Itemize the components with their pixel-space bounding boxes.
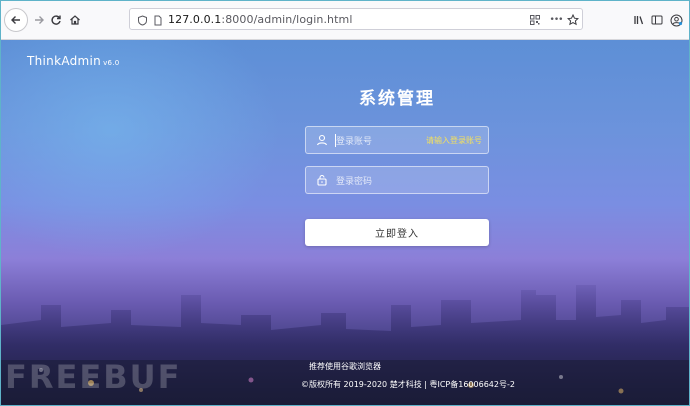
sidebar-button[interactable] [647, 10, 667, 30]
library-button[interactable] [629, 10, 649, 30]
brand-name: ThinkAdmin [27, 54, 102, 68]
back-arrow-icon [11, 16, 20, 24]
lock-icon [315, 173, 329, 187]
brand-logo: ThinkAdmin v6.0 [27, 54, 120, 68]
login-button[interactable]: 立即登入 [305, 219, 489, 246]
more-actions-icon[interactable]: ••• [547, 13, 565, 27]
url-bar[interactable]: 127.0.0.1:8000/admin/login.html ••• [129, 8, 583, 30]
reload-button[interactable] [46, 10, 66, 30]
username-placeholder: 登录账号 [336, 137, 373, 147]
user-icon [315, 133, 329, 147]
home-icon [70, 15, 80, 25]
browser-toolbar: 127.0.0.1:8000/admin/login.html ••• [1, 1, 689, 40]
home-button[interactable] [65, 10, 85, 30]
reload-icon [51, 15, 61, 25]
username-field[interactable]: 登录账号 请输入登录账号 [305, 126, 489, 154]
page-title: 系统管理 [359, 89, 435, 109]
browser-window: 127.0.0.1:8000/admin/login.html ••• Thin… [0, 0, 690, 406]
copyright-notice: ©版权所有 2019-2020 楚才科技 | 粤ICP备16006642号-2 [301, 380, 515, 389]
username-error-message: 请输入登录账号 [426, 136, 482, 145]
sidebar-icon [651, 15, 663, 25]
forward-arrow-icon [35, 16, 44, 24]
url-host: 127.0.0.1 [168, 13, 222, 26]
account-button[interactable] [666, 10, 686, 30]
tracking-shield-icon[interactable] [135, 13, 149, 27]
page-info-icon[interactable] [151, 13, 165, 27]
background-glow [1, 40, 281, 260]
qr-code-icon[interactable] [528, 13, 542, 27]
back-button[interactable] [4, 8, 28, 32]
library-icon [634, 16, 644, 25]
password-field[interactable]: 登录密码 [305, 166, 489, 194]
url-text[interactable]: 127.0.0.1:8000/admin/login.html [168, 13, 353, 26]
password-placeholder: 登录密码 [336, 177, 373, 187]
brand-version: v6.0 [103, 59, 120, 67]
url-path: :8000/admin/login.html [221, 13, 353, 26]
bookmark-star-icon[interactable] [566, 13, 580, 27]
browser-recommendation: 推荐使用谷歌浏览器 [309, 362, 381, 371]
account-icon [670, 14, 682, 26]
login-page: ThinkAdmin v6.0 系统管理 登录账号 请输入登录账号 登录密码 立即… [1, 40, 689, 405]
